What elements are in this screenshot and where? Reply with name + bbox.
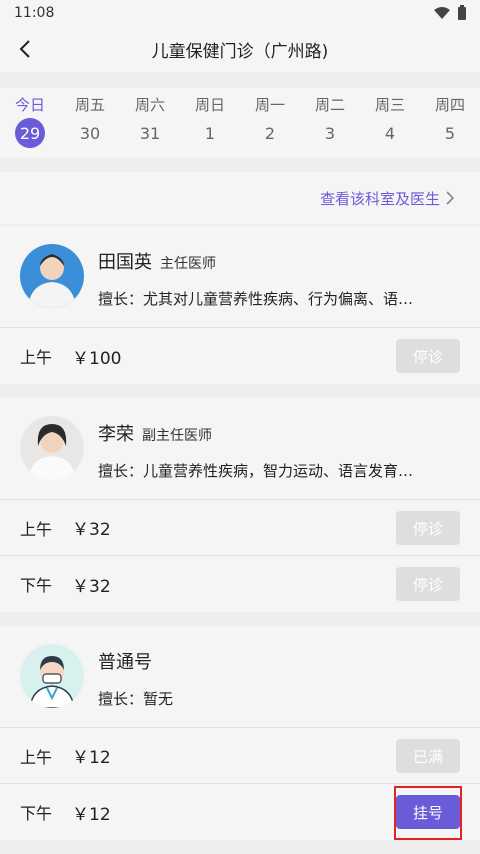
slot-period: 上午 bbox=[20, 348, 53, 367]
date-item-tue[interactable]: 周二 3 bbox=[300, 88, 360, 158]
slot-period: 上午 bbox=[20, 519, 53, 539]
date-dow: 周一 bbox=[254, 96, 285, 114]
page-title: 儿童保健门诊（广州路) bbox=[151, 41, 329, 62]
slot-row: 上午 ￥100 停诊 bbox=[0, 328, 480, 384]
dept-bar: 查看该科室及医生 bbox=[0, 172, 480, 224]
doctor-specialty: 擅长：儿童营养性疾病，智力运动、语言发育… bbox=[98, 462, 414, 480]
date-item-thu[interactable]: 周四 5 bbox=[420, 88, 480, 158]
date-item-sun[interactable]: 周日 1 bbox=[180, 88, 240, 158]
doctor-name-line: 田国英 主任医师 bbox=[98, 248, 216, 274]
date-day: 5 bbox=[444, 123, 456, 143]
slot-period: 下午 bbox=[20, 576, 53, 595]
dept-link-label: 查看该科室及医生 bbox=[319, 189, 440, 208]
date-day: 3 bbox=[324, 123, 336, 143]
app-header: 儿童保健门诊（广州路) bbox=[0, 26, 480, 72]
slot-price: ￥32 bbox=[72, 520, 111, 540]
chevron-left-icon bbox=[19, 40, 30, 58]
date-day: 4 bbox=[384, 123, 396, 143]
doctor-card: 田国英 主任医师 擅长：尤其对儿童营养性疾病、行为偏离、语… 上午 ￥100 停… bbox=[0, 226, 480, 384]
slot-price: ￥100 bbox=[72, 348, 122, 369]
date-dow: 周三 bbox=[374, 96, 405, 114]
slot-period: 下午 bbox=[20, 804, 53, 823]
slot-price: ￥12 bbox=[72, 804, 111, 825]
slot-row: 上午 ￥32 停诊 bbox=[0, 500, 480, 556]
doctor-card: 李荣 副主任医师 擅长：儿童营养性疾病，智力运动、语言发育… 上午 ￥32 停诊… bbox=[0, 398, 480, 612]
status-time: 11:08 bbox=[14, 5, 55, 21]
doctor-info[interactable]: 普通号 擅长：暂无 bbox=[0, 626, 480, 728]
doctor-name: 李荣 bbox=[98, 424, 134, 445]
slot-row: 上午 ￥12 已满 bbox=[0, 728, 480, 784]
dept-doctors-link[interactable]: 查看该科室及医生 bbox=[320, 188, 454, 209]
doctor-info[interactable]: 田国英 主任医师 擅长：尤其对儿童营养性疾病、行为偏离、语… bbox=[0, 226, 480, 328]
chevron-right-icon bbox=[446, 191, 454, 205]
date-dow: 周二 bbox=[314, 96, 345, 114]
doctor-specialty: 擅长：尤其对儿童营养性疾病、行为偏离、语… bbox=[98, 290, 414, 308]
date-day: 1 bbox=[204, 123, 216, 143]
date-item-mon[interactable]: 周一 2 bbox=[240, 88, 300, 158]
date-dow: 周六 bbox=[134, 96, 165, 114]
date-dow: 周四 bbox=[434, 96, 465, 114]
doctor-card: 普通号 擅长：暂无 上午 ￥12 已满 下午 ￥12 挂号 bbox=[0, 626, 480, 840]
doctor-avatar bbox=[20, 644, 84, 708]
slot-price: ￥32 bbox=[72, 576, 111, 597]
back-button[interactable] bbox=[10, 34, 40, 64]
suspended-button[interactable]: 停诊 bbox=[396, 567, 460, 601]
suspended-button[interactable]: 停诊 bbox=[396, 339, 460, 373]
register-button[interactable]: 挂号 bbox=[396, 795, 460, 829]
date-item-today[interactable]: 今日 29 bbox=[0, 88, 60, 158]
date-dow: 周日 bbox=[194, 96, 225, 114]
suspended-button[interactable]: 停诊 bbox=[396, 511, 460, 545]
doctor-name: 田国英 bbox=[98, 252, 152, 273]
date-dow: 今日 bbox=[14, 96, 45, 114]
date-selector: 今日 29 周五 30 周六 31 周日 1 周一 2 周二 3 周三 4 周四… bbox=[0, 88, 480, 158]
date-day: 31 bbox=[139, 123, 161, 143]
wifi-icon bbox=[434, 7, 450, 19]
status-bar: 11:08 bbox=[0, 0, 480, 26]
date-item-wed[interactable]: 周三 4 bbox=[360, 88, 420, 158]
date-day: 2 bbox=[264, 123, 276, 143]
date-dow: 周五 bbox=[74, 96, 105, 114]
slot-row: 下午 ￥12 挂号 bbox=[0, 784, 480, 840]
slot-price: ￥12 bbox=[72, 748, 111, 768]
doctor-name-line: 普通号 bbox=[98, 648, 152, 674]
doctor-name: 普通号 bbox=[98, 652, 152, 673]
doctor-avatar bbox=[20, 416, 84, 480]
doctor-info[interactable]: 李荣 副主任医师 擅长：儿童营养性疾病，智力运动、语言发育… bbox=[0, 398, 480, 500]
date-item-fri[interactable]: 周五 30 bbox=[60, 88, 120, 158]
doctor-specialty: 擅长：暂无 bbox=[98, 690, 174, 708]
slot-row: 下午 ￥32 停诊 bbox=[0, 556, 480, 612]
doctor-title: 副主任医师 bbox=[142, 428, 212, 444]
doctor-title: 主任医师 bbox=[160, 256, 216, 272]
date-day: 30 bbox=[79, 123, 101, 143]
date-item-sat[interactable]: 周六 31 bbox=[120, 88, 180, 158]
battery-icon bbox=[458, 4, 466, 20]
doctor-avatar bbox=[20, 244, 84, 308]
full-button[interactable]: 已满 bbox=[396, 739, 460, 773]
date-day: 29 bbox=[15, 118, 45, 148]
doctor-name-line: 李荣 副主任医师 bbox=[98, 420, 212, 446]
slot-period: 上午 bbox=[20, 747, 53, 767]
